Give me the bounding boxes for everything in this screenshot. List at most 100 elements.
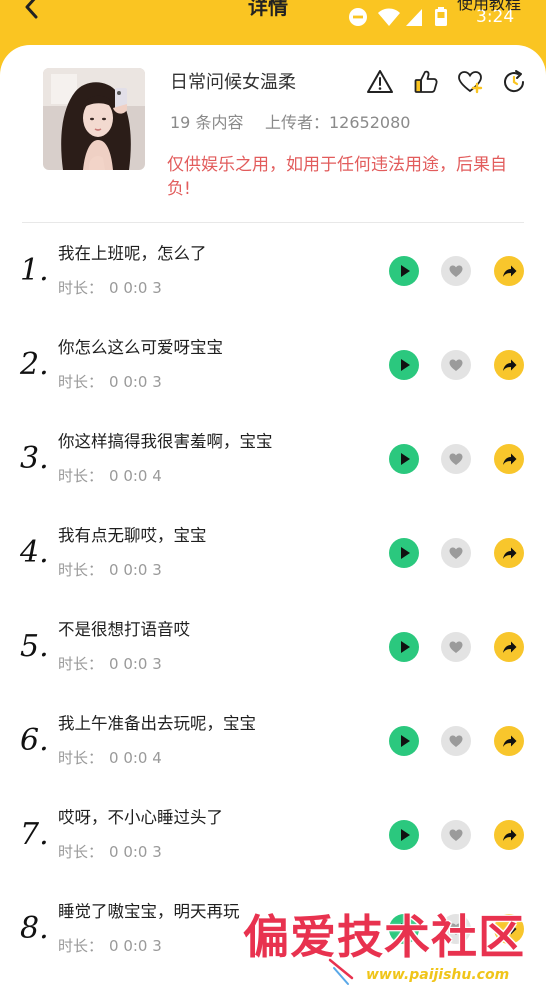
chevron-left-icon	[25, 0, 38, 19]
item-text: 我在上班呢，怎么了	[58, 244, 207, 263]
wifi-icon	[378, 8, 400, 26]
item-index: 4.	[20, 535, 49, 570]
play-icon	[389, 820, 419, 850]
item-duration: 时长： 0 0:0 3	[58, 935, 162, 957]
heart-icon	[441, 914, 471, 944]
like-button[interactable]	[441, 350, 471, 380]
play-button[interactable]	[389, 256, 419, 286]
divider	[22, 222, 524, 223]
item-index: 5.	[20, 629, 49, 664]
report-button[interactable]	[366, 68, 394, 96]
item-duration: 时长： 0 0:0 4	[58, 465, 162, 487]
like-button[interactable]	[441, 914, 471, 944]
duration-label: 时长：	[58, 467, 104, 485]
item-count: 19 条内容	[170, 113, 244, 132]
share-button[interactable]	[494, 820, 524, 850]
share-icon	[494, 632, 524, 662]
item-duration: 时长： 0 0:0 3	[58, 371, 162, 393]
heart-icon	[441, 538, 471, 568]
play-icon	[389, 256, 419, 286]
duration-value: 0 0:0 3	[109, 843, 162, 861]
play-button[interactable]	[389, 632, 419, 662]
play-button[interactable]	[389, 350, 419, 380]
share-button[interactable]	[494, 350, 524, 380]
item-index: 1.	[20, 253, 49, 288]
duration-label: 时长：	[58, 373, 104, 391]
item-duration: 时长： 0 0:0 4	[58, 747, 162, 769]
list-item[interactable]: 3. 你这样搞得我很害羞啊，宝宝 时长： 0 0:0 4	[0, 418, 546, 512]
like-button[interactable]	[441, 538, 471, 568]
list-item[interactable]: 1. 我在上班呢，怎么了 时长： 0 0:0 3	[0, 230, 546, 324]
item-index: 7.	[20, 817, 49, 852]
item-index: 2.	[20, 347, 49, 382]
refresh-button[interactable]	[500, 68, 528, 96]
favorite-button[interactable]	[456, 68, 484, 96]
duration-label: 时长：	[58, 843, 104, 861]
like-pack-button[interactable]	[412, 68, 440, 96]
duration-value: 0 0:0 3	[109, 561, 162, 579]
play-icon	[389, 632, 419, 662]
voice-list: 1. 我在上班呢，怎么了 时长： 0 0:0 3 2. 你怎么这么可爱呀宝宝 时长…	[0, 230, 546, 1000]
detail-card: 日常问候女温柔 19 条内容 上传者：12652080 仅供娱乐之用，如用于任何…	[0, 45, 546, 1000]
warning-icon	[367, 70, 393, 93]
heart-icon	[441, 444, 471, 474]
duration-value: 0 0:0 4	[109, 467, 162, 485]
heart-icon	[441, 256, 471, 286]
item-index: 3.	[20, 441, 49, 476]
list-item[interactable]: 2. 你怎么这么可爱呀宝宝 时长： 0 0:0 3	[0, 324, 546, 418]
back-button[interactable]	[20, 0, 44, 20]
share-button[interactable]	[494, 726, 524, 756]
heart-icon	[441, 820, 471, 850]
item-duration: 时长： 0 0:0 3	[58, 559, 162, 581]
like-button[interactable]	[441, 632, 471, 662]
item-index: 6.	[20, 723, 49, 758]
item-duration: 时长： 0 0:0 3	[58, 653, 162, 675]
heart-icon	[441, 632, 471, 662]
like-button[interactable]	[441, 444, 471, 474]
play-button[interactable]	[389, 820, 419, 850]
avatar	[43, 68, 145, 170]
item-text: 不是很想打语音哎	[58, 620, 190, 639]
thumbs-up-icon	[414, 70, 438, 93]
play-icon	[389, 914, 419, 944]
avatar-photo	[43, 68, 145, 170]
list-item[interactable]: 4. 我有点无聊哎，宝宝 时长： 0 0:0 3	[0, 512, 546, 606]
like-button[interactable]	[441, 820, 471, 850]
share-icon	[494, 256, 524, 286]
item-text: 哎呀，不小心睡过头了	[58, 808, 223, 827]
play-button[interactable]	[389, 726, 419, 756]
share-button[interactable]	[494, 256, 524, 286]
share-icon	[494, 914, 524, 944]
play-icon	[389, 444, 419, 474]
duration-value: 0 0:0 3	[109, 937, 162, 955]
share-button[interactable]	[494, 632, 524, 662]
play-icon	[389, 538, 419, 568]
item-text: 睡觉了嗷宝宝，明天再玩	[58, 902, 240, 921]
page-title: 详情	[248, 0, 288, 19]
like-button[interactable]	[441, 726, 471, 756]
refresh-icon	[504, 70, 525, 93]
share-icon	[494, 726, 524, 756]
share-button[interactable]	[494, 444, 524, 474]
item-text: 我有点无聊哎，宝宝	[58, 526, 207, 545]
duration-label: 时长：	[58, 749, 104, 767]
heart-add-icon	[458, 71, 483, 94]
list-item[interactable]: 6. 我上午准备出去玩呢，宝宝 时长： 0 0:0 4	[0, 700, 546, 794]
battery-icon	[435, 7, 447, 26]
help-link[interactable]: 使用教程	[457, 0, 521, 14]
heart-icon	[441, 726, 471, 756]
duration-value: 0 0:0 3	[109, 279, 162, 297]
list-item[interactable]: 5. 不是很想打语音哎 时长： 0 0:0 3	[0, 606, 546, 700]
duration-value: 0 0:0 3	[109, 373, 162, 391]
item-duration: 时长： 0 0:0 3	[58, 841, 162, 863]
duration-label: 时长：	[58, 937, 104, 955]
play-button[interactable]	[389, 914, 419, 944]
list-item[interactable]: 7. 哎呀，不小心睡过头了 时长： 0 0:0 3	[0, 794, 546, 888]
share-button[interactable]	[494, 914, 524, 944]
play-button[interactable]	[389, 538, 419, 568]
share-button[interactable]	[494, 538, 524, 568]
play-button[interactable]	[389, 444, 419, 474]
list-item[interactable]: 8. 睡觉了嗷宝宝，明天再玩 时长： 0 0:0 3	[0, 888, 546, 982]
like-button[interactable]	[441, 256, 471, 286]
share-icon	[494, 350, 524, 380]
